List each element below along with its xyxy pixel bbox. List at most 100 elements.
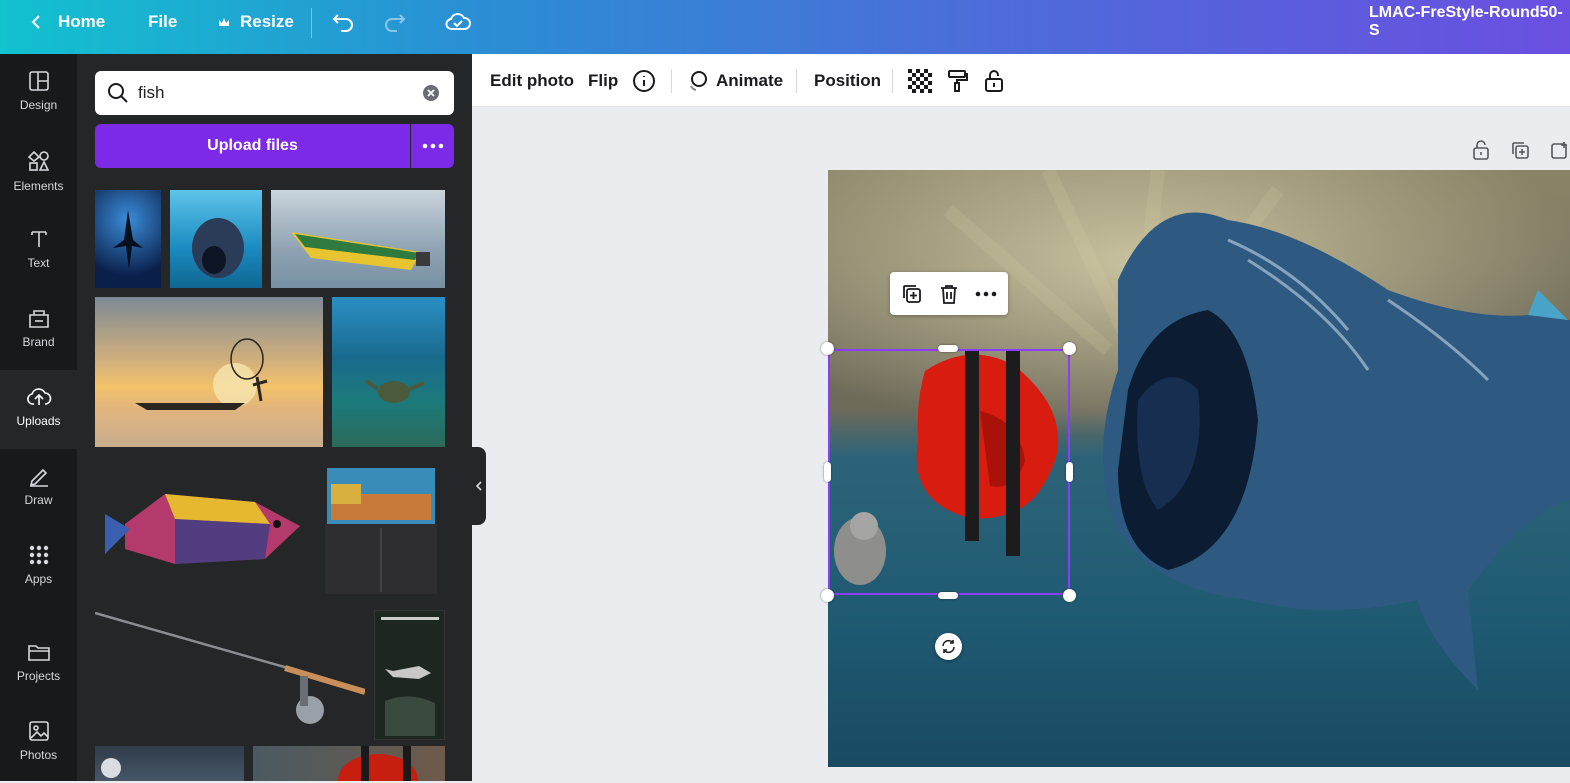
- brand-icon: [28, 310, 49, 328]
- edit-photo-label: Edit photo: [490, 70, 575, 90]
- undo-button[interactable]: [331, 0, 355, 44]
- file-menu-button[interactable]: File: [148, 0, 177, 44]
- aquarium-image: [325, 468, 437, 594]
- rail-item-brand[interactable]: Brand: [0, 291, 77, 370]
- edit-photo-button[interactable]: Edit photo: [490, 54, 574, 107]
- info-button[interactable]: [632, 54, 656, 107]
- image-icon: [28, 721, 49, 741]
- save-status-button[interactable]: [445, 0, 471, 44]
- animate-button[interactable]: Animate: [686, 54, 783, 107]
- animate-label: Animate: [716, 70, 784, 90]
- book-cover-image: [381, 617, 439, 736]
- rail-item-uploads[interactable]: Uploads: [0, 370, 77, 449]
- topbar-divider: [311, 8, 312, 38]
- rail-item-text[interactable]: Text: [0, 212, 77, 291]
- resize-handle-right[interactable]: [1066, 462, 1073, 482]
- shark-silhouette-image: [113, 210, 143, 270]
- file-label: File: [148, 12, 178, 31]
- betta-fish-image: [834, 351, 1059, 585]
- betta-fish-image: [338, 746, 418, 781]
- design-canvas[interactable]: [828, 170, 1570, 767]
- upload-thumbnail[interactable]: [170, 190, 262, 288]
- lock-button[interactable]: [983, 54, 1005, 107]
- position-button[interactable]: Position: [814, 54, 881, 107]
- upload-thumbnail[interactable]: [95, 746, 244, 781]
- basking-shark-image: [192, 218, 244, 278]
- rail-item-projects[interactable]: Projects: [0, 625, 77, 704]
- rail-item-draw[interactable]: Draw: [0, 449, 77, 528]
- moon-night-image: [101, 758, 121, 778]
- search-box[interactable]: [95, 71, 454, 115]
- redo-button[interactable]: [383, 0, 407, 44]
- rotate-handle[interactable]: [935, 633, 962, 660]
- document-title[interactable]: LMAC-FreStyle-Round50-S: [1369, 0, 1570, 44]
- rail-item-elements[interactable]: Elements: [0, 133, 77, 212]
- flip-button[interactable]: Flip: [588, 54, 618, 107]
- resize-handle-bottom-left[interactable]: [821, 589, 834, 602]
- paint-roller-icon: [948, 69, 968, 92]
- rail-item-apps[interactable]: Apps: [0, 528, 77, 607]
- position-label: Position: [814, 70, 882, 90]
- upload-thumbnail[interactable]: [332, 297, 445, 447]
- sea-turtle-image: [364, 379, 425, 403]
- transparency-icon: [908, 68, 932, 93]
- upload-thumbnail[interactable]: [374, 610, 445, 740]
- upload-thumbnail[interactable]: [95, 297, 323, 447]
- rail-label: Design: [19, 98, 58, 112]
- doc-title-label: LMAC-FreStyle-Round50-S: [1369, 4, 1563, 39]
- upload-thumbnail[interactable]: [325, 464, 438, 594]
- resize-label: Resize: [240, 12, 294, 31]
- more-horizontal-icon[interactable]: [975, 291, 997, 297]
- duplicate-icon[interactable]: [901, 283, 923, 305]
- resize-button[interactable]: Resize: [217, 0, 294, 44]
- toolbar-divider: [671, 69, 672, 93]
- upload-more-button[interactable]: [411, 124, 454, 168]
- resize-handle-bottom-right[interactable]: [1063, 589, 1076, 602]
- animate-icon: [690, 70, 707, 91]
- upload-thumbnail[interactable]: [95, 464, 305, 594]
- collapse-panel-button[interactable]: [472, 447, 486, 525]
- context-toolbar: Edit photo Flip Animate Position: [472, 54, 1570, 107]
- add-page-icon[interactable]: [1550, 140, 1570, 160]
- upload-thumbnail[interactable]: [271, 190, 445, 288]
- resize-handle-top[interactable]: [938, 345, 958, 352]
- apps-grid-icon: [29, 545, 48, 565]
- resize-handle-top-left[interactable]: [821, 342, 834, 355]
- crown-icon: [219, 18, 229, 26]
- copy-style-button[interactable]: [946, 54, 970, 107]
- search-input[interactable]: [138, 82, 408, 104]
- upload-files-button[interactable]: Upload files: [95, 124, 410, 168]
- folder-icon: [27, 645, 50, 661]
- pen-icon: [29, 468, 48, 487]
- layout-icon: [28, 71, 49, 91]
- selected-image-element[interactable]: [828, 349, 1070, 595]
- resize-handle-bottom[interactable]: [938, 592, 958, 599]
- transparency-button[interactable]: [908, 54, 932, 107]
- shapes-icon: [27, 150, 49, 171]
- search-icon: [108, 83, 128, 103]
- upload-thumbnail[interactable]: [95, 610, 365, 740]
- resize-handle-top-right[interactable]: [1063, 342, 1076, 355]
- resize-handle-left[interactable]: [824, 462, 831, 482]
- trash-icon[interactable]: [938, 283, 960, 305]
- redo-icon: [385, 14, 406, 32]
- rail-label: Apps: [24, 572, 53, 586]
- uploads-panel: Upload files: [77, 54, 472, 781]
- clear-search-icon[interactable]: [422, 84, 440, 102]
- flip-label: Flip: [588, 70, 619, 90]
- cloud-upload-icon: [26, 388, 51, 405]
- element-floating-toolbar: [890, 272, 1008, 315]
- chevron-left-icon: [31, 15, 40, 29]
- upload-thumbnail[interactable]: [95, 190, 161, 288]
- undo-icon: [332, 14, 353, 32]
- upload-thumbnail[interactable]: [253, 746, 445, 781]
- duplicate-page-icon[interactable]: [1510, 140, 1530, 160]
- lock-page-icon[interactable]: [1471, 140, 1491, 160]
- home-button[interactable]: Home: [28, 0, 105, 44]
- rail-item-design[interactable]: Design: [0, 54, 77, 133]
- upload-files-label: Upload files: [207, 137, 298, 154]
- more-horizontal-icon: [422, 143, 443, 149]
- rail-item-photos[interactable]: Photos: [0, 704, 77, 783]
- info-icon: [633, 69, 655, 92]
- top-bar: Home File Resize LMAC-FreStyle-Round50-S: [0, 0, 1570, 54]
